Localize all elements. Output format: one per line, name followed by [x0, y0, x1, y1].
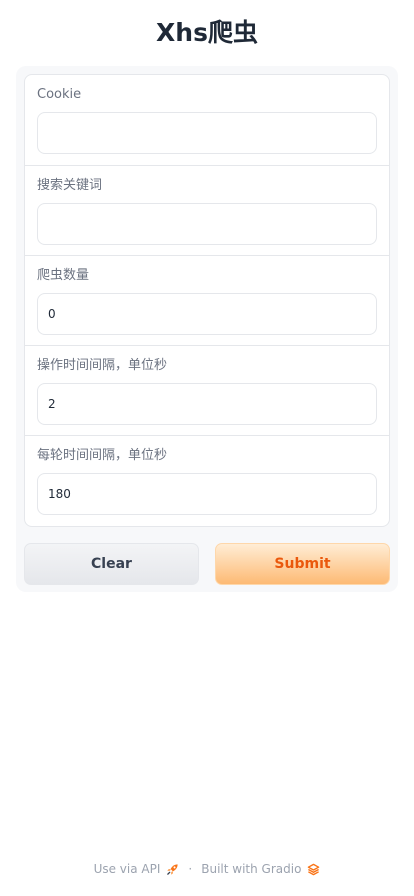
round-interval-field-group: 每轮时间间隔，单位秒 [25, 435, 389, 525]
cookie-label: Cookie [37, 87, 82, 102]
cookie-input[interactable] [37, 112, 377, 154]
round-interval-label: 每轮时间间隔，单位秒 [37, 448, 168, 463]
built-with-gradio-link[interactable]: Built with Gradio [201, 860, 320, 878]
crawl-count-field-group: 爬虫数量 [25, 255, 389, 345]
page-title: Xhs爬虫 [156, 18, 258, 47]
crawl-count-label: 爬虫数量 [37, 268, 90, 283]
round-interval-input[interactable] [37, 473, 377, 515]
gradio-logo-icon [308, 863, 320, 875]
keyword-label: 搜索关键词 [37, 178, 103, 193]
crawl-count-input[interactable] [37, 293, 377, 335]
action-interval-label: 操作时间间隔，单位秒 [37, 358, 168, 373]
action-interval-input[interactable] [37, 383, 377, 425]
keyword-field-group: 搜索关键词 [25, 165, 389, 255]
footer: Use via API · Built with Gradio [0, 860, 414, 878]
footer-separator: · [188, 862, 193, 876]
cookie-field-group: Cookie [25, 75, 389, 165]
input-form: Cookie 搜索关键词 爬虫数量 操作时间间隔，单位秒 每轮时间间隔，单位秒 [24, 74, 390, 527]
rocket-icon [167, 863, 179, 875]
use-via-api-label: Use via API [93, 862, 161, 876]
keyword-input[interactable] [37, 203, 377, 245]
built-with-gradio-label: Built with Gradio [201, 862, 302, 876]
submit-button[interactable]: Submit [215, 543, 390, 585]
form-panel: Cookie 搜索关键词 爬虫数量 操作时间间隔，单位秒 每轮时间间隔，单位秒 … [16, 66, 398, 592]
use-via-api-link[interactable]: Use via API [94, 860, 180, 878]
action-interval-field-group: 操作时间间隔，单位秒 [25, 345, 389, 435]
clear-button[interactable]: Clear [24, 543, 199, 585]
